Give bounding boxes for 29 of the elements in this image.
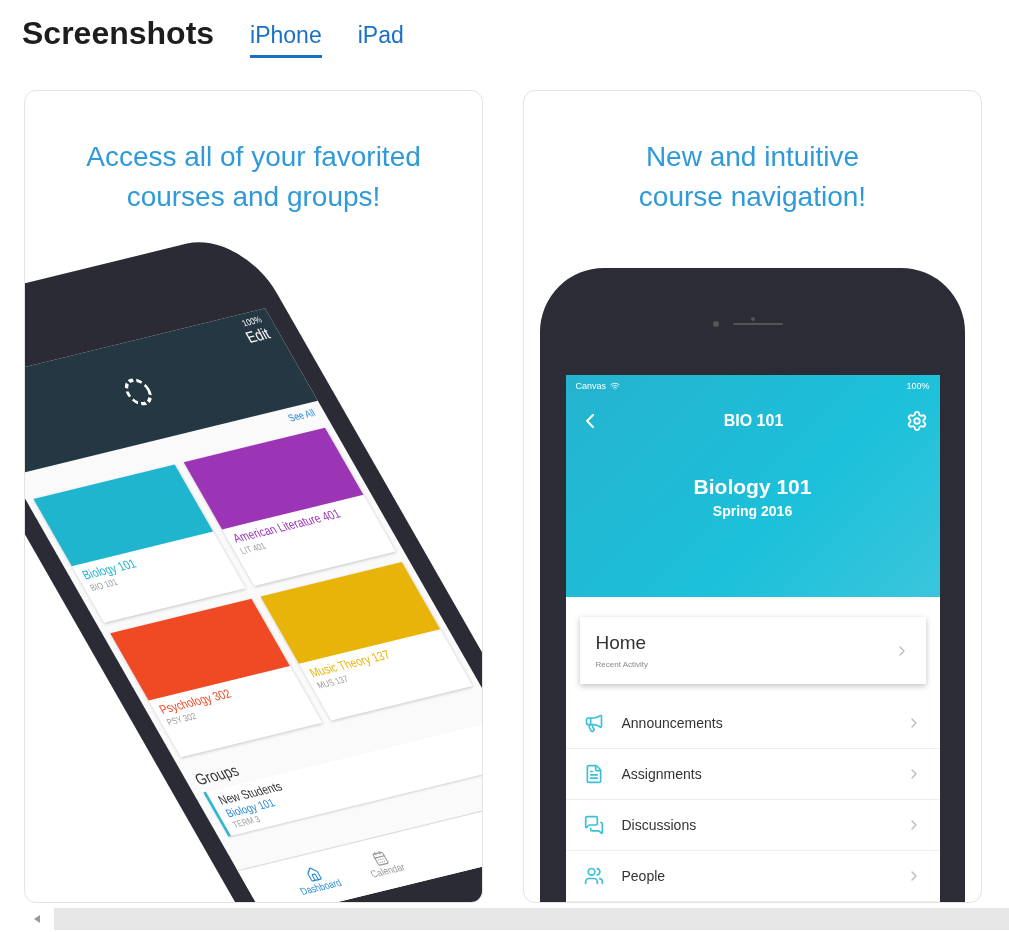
screenshot-caption: New and intuitive course navigation! <box>637 140 868 214</box>
course-title: Biology 101 <box>693 475 812 499</box>
nav-item[interactable]: People <box>565 851 940 902</box>
course-code-title: BIO 101 <box>723 412 784 430</box>
course-code: LIT 401 <box>238 541 268 557</box>
scroll-left-icon[interactable] <box>34 915 40 923</box>
device-tab[interactable]: iPhone <box>250 22 322 58</box>
nav-icon <box>583 815 604 835</box>
battery-text: 100% <box>906 381 930 391</box>
nav-item[interactable]: Discussions <box>565 800 940 851</box>
carrier-text: Canvas <box>575 381 606 391</box>
tab-bar-item[interactable]: Dashboard <box>289 862 344 898</box>
nav-item[interactable]: Assignments <box>565 749 940 800</box>
nav-item[interactable]: Announcements <box>565 698 940 749</box>
home-subtitle: Recent Activity <box>595 660 648 669</box>
device-tab[interactable]: iPad <box>357 22 404 58</box>
home-title: Home <box>595 632 648 654</box>
battery-text: 100% <box>240 314 264 329</box>
scrollbar[interactable] <box>54 908 1009 930</box>
calendar-icon <box>369 849 391 867</box>
settings-icon[interactable] <box>905 410 928 432</box>
screenshot-caption: Access all of your favorited courses and groups! <box>85 140 422 214</box>
groups-heading: Groups <box>191 760 243 789</box>
nav-icon <box>583 866 604 886</box>
section-title: Screenshots <box>22 15 215 52</box>
course-term: Spring 2016 <box>712 503 793 519</box>
nav-icon <box>583 713 604 733</box>
wifi-icon <box>610 381 620 391</box>
home-card[interactable]: Home Recent Activity <box>579 617 926 684</box>
